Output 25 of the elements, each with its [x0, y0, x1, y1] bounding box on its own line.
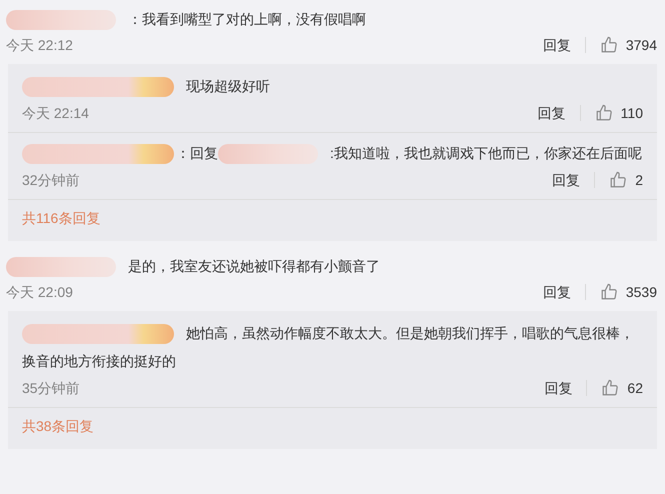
timestamp: 今天 22:09 — [6, 282, 73, 302]
reply-link[interactable]: 回复 — [544, 378, 572, 398]
like-button[interactable]: 62 — [601, 378, 643, 398]
timestamp: 今天 22:12 — [6, 36, 73, 54]
timestamp: 32分钟前 — [22, 170, 80, 190]
reply-link[interactable]: 回复 — [538, 102, 566, 124]
timestamp: 今天 22:14 — [22, 104, 89, 122]
reply-text: ：回复 :我知道啦，我也就调戏下他而已，你家还在后面呢 — [22, 139, 642, 167]
timestamp: 35分钟前 — [22, 378, 80, 398]
like-button[interactable]: 3539 — [600, 282, 657, 302]
thumbs-up-icon — [600, 283, 618, 301]
reply-link[interactable]: 回复 — [542, 282, 571, 302]
comment-text: 是的，我室友还说她被吓得都有小颤音了 — [6, 253, 659, 279]
like-button[interactable]: 110 — [594, 102, 643, 124]
thumbs-up-icon — [600, 36, 618, 54]
thumbs-up-icon — [609, 171, 628, 189]
comment-text: ：我看到嘴型了对的上啊，没有假唱啊 — [6, 6, 659, 32]
thumbs-up-icon — [601, 379, 620, 397]
thumbs-up-icon — [594, 104, 613, 122]
reply-link[interactable]: 回复 — [542, 34, 571, 56]
reply-link[interactable]: 回复 — [552, 170, 580, 190]
reply-text: 现场超级好听 — [22, 72, 270, 100]
like-button[interactable]: 3794 — [600, 34, 657, 56]
like-button[interactable]: 2 — [609, 170, 643, 190]
reply-text: 她怕高，虽然动作幅度不敢太大。但是她朝我们挥手，唱歌的气息很棒，换音的地方衔接的挺好的 — [22, 323, 635, 371]
